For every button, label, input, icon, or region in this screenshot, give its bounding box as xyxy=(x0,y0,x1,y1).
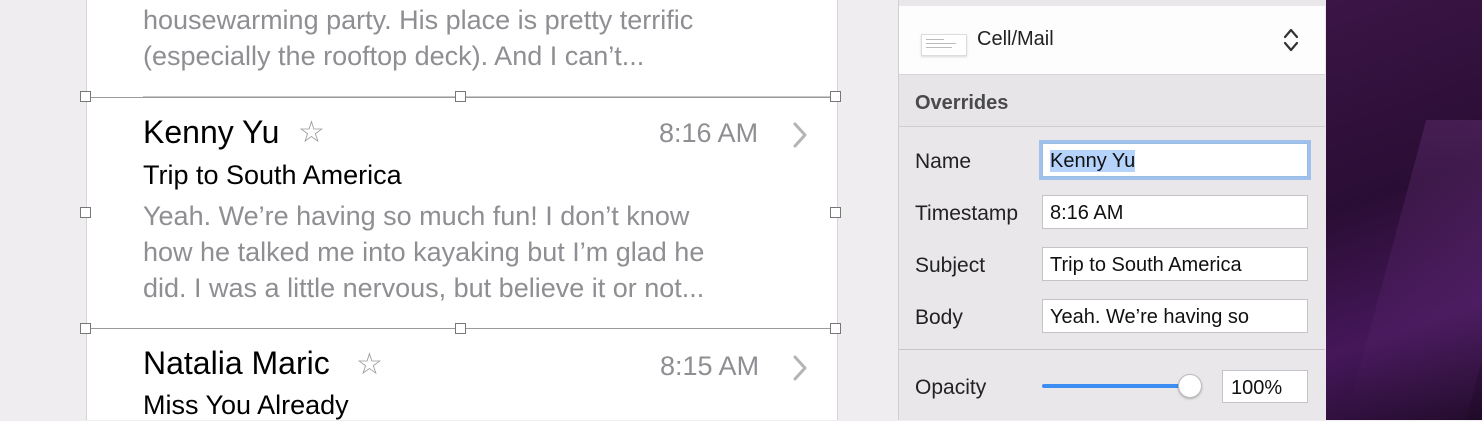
desktop-background xyxy=(1326,0,1482,420)
body-label: Body xyxy=(915,306,963,329)
chevron-up-down-icon[interactable] xyxy=(1283,26,1299,54)
resize-handle-top-left[interactable] xyxy=(80,91,91,102)
section-divider xyxy=(899,349,1325,350)
star-icon[interactable]: ☆ xyxy=(356,347,383,382)
body-field[interactable]: Yeah. We’re having so xyxy=(1042,299,1308,333)
preview-line: (especially the rooftop deck). And I can… xyxy=(143,41,645,71)
cell-sender-name[interactable]: Natalia Maric xyxy=(143,345,330,382)
resize-handle-right[interactable] xyxy=(830,207,841,218)
symbol-name: Cell/Mail xyxy=(977,28,1054,50)
name-field-value: Kenny Yu xyxy=(1050,150,1136,172)
preview-line: housewarming party. His place is pretty … xyxy=(143,5,694,35)
subject-field[interactable]: Trip to South America xyxy=(1042,247,1308,281)
overrides-header: Overrides xyxy=(899,75,1325,127)
resize-handle-bottom[interactable] xyxy=(455,323,466,334)
chevron-right-icon xyxy=(793,355,807,381)
name-field[interactable]: Kenny Yu xyxy=(1042,143,1308,177)
opacity-field[interactable]: 100% xyxy=(1222,370,1308,403)
subject-label: Subject xyxy=(915,254,986,277)
opacity-slider-track[interactable] xyxy=(1042,384,1191,388)
symbol-thumbnail-icon xyxy=(921,34,967,56)
opacity-slider-knob[interactable] xyxy=(1178,374,1202,398)
name-label: Name xyxy=(915,150,972,173)
timestamp-label: Timestamp xyxy=(915,202,1019,225)
resize-handle-top-right[interactable] xyxy=(830,91,841,102)
resize-handle-top[interactable] xyxy=(455,91,466,102)
selection-outline[interactable] xyxy=(86,97,836,329)
cell-subject: Miss You Already xyxy=(143,390,349,420)
symbol-selector[interactable]: Cell/Mail xyxy=(899,6,1325,75)
overrides-title: Overrides xyxy=(915,92,1009,114)
resize-handle-left[interactable] xyxy=(80,207,91,218)
design-canvas[interactable]: housewarming party. His place is pretty … xyxy=(0,0,898,420)
resize-handle-bottom-right[interactable] xyxy=(830,323,841,334)
timestamp-field[interactable]: 8:16 AM xyxy=(1042,195,1308,229)
previous-cell-preview: housewarming party. His place is pretty … xyxy=(143,2,823,74)
resize-handle-bottom-left[interactable] xyxy=(80,323,91,334)
cell-timestamp: 8:15 AM xyxy=(660,351,760,381)
opacity-label: Opacity xyxy=(915,376,987,399)
